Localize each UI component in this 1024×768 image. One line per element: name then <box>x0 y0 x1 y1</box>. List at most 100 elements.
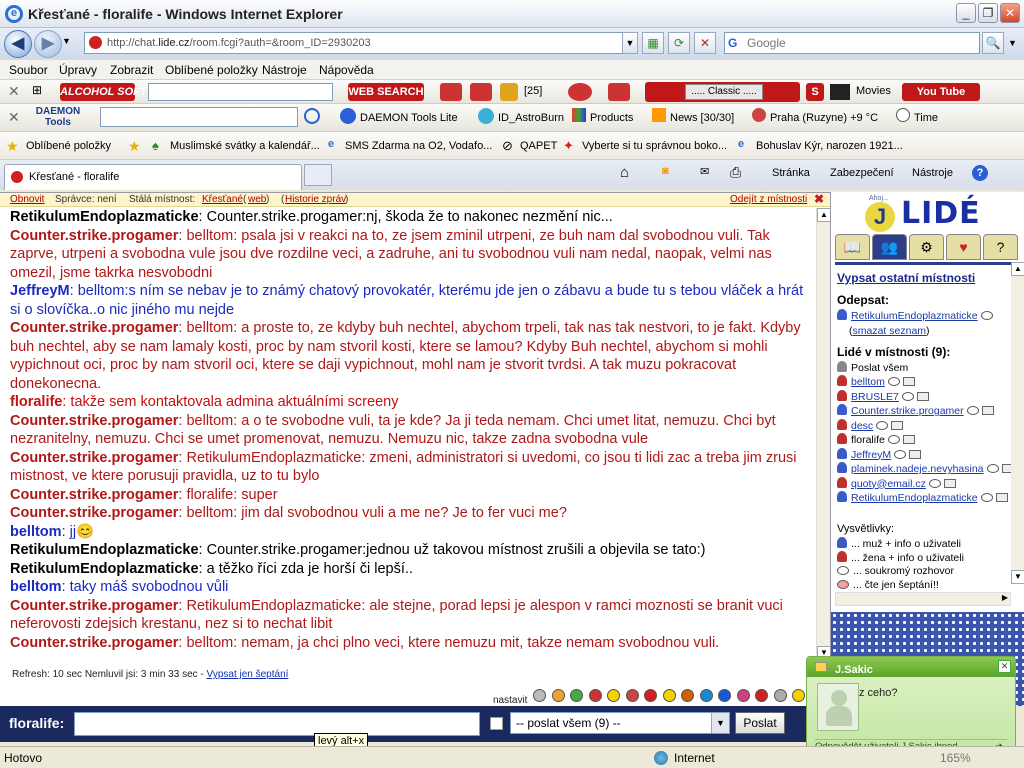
toolbar-search-input[interactable] <box>148 83 333 101</box>
whisper-checkbox[interactable] <box>490 717 503 730</box>
chat-bubble-icon[interactable] <box>901 391 914 401</box>
zoom-level[interactable]: 165% <box>940 751 971 765</box>
leave-room-icon[interactable]: ✖ <box>814 193 824 206</box>
favorites-button[interactable]: Oblíbené položky <box>26 140 111 152</box>
person-name[interactable]: plaminek.nadeje.nevyhasina <box>851 463 984 475</box>
forward-button[interactable]: ▶ <box>34 30 62 58</box>
web-search-button[interactable]: WEB SEARCH <box>348 83 424 101</box>
back-button[interactable]: ◀ <box>4 30 32 58</box>
message-author[interactable]: Counter.strike.progamer <box>10 598 178 614</box>
female-icon[interactable] <box>837 375 847 386</box>
print-icon[interactable]: ⎙ <box>730 164 741 181</box>
side-scrollbar[interactable]: ▲ ▼ <box>1011 262 1024 584</box>
menu-oblibene[interactable]: Oblíbené položky <box>165 63 258 77</box>
close-toolbar2-icon[interactable]: ✕ <box>8 109 20 126</box>
emoticon-icon[interactable] <box>533 689 546 702</box>
address-dropdown-icon[interactable]: ▼ <box>622 32 638 54</box>
send-all-item[interactable]: Poslat všem <box>837 361 908 374</box>
settings-tab-icon[interactable]: ⚙ <box>909 234 944 260</box>
stop-icon[interactable]: ✕ <box>694 32 716 54</box>
webcam-icon[interactable] <box>995 493 1008 502</box>
clear-list-link[interactable]: smazat seznam <box>853 325 927 337</box>
male-icon[interactable] <box>837 447 847 459</box>
rooms-tab-icon[interactable]: 📖 <box>835 234 870 260</box>
female-icon[interactable] <box>837 476 847 488</box>
news-menu[interactable]: News [30/30] <box>670 112 734 124</box>
popup-close-icon[interactable]: ✕ <box>998 660 1011 673</box>
chat-bubble-icon[interactable] <box>876 420 889 430</box>
person-name[interactable]: BRUSLE7 <box>851 391 899 403</box>
emoticon-icon[interactable] <box>699 689 713 702</box>
female-icon[interactable] <box>837 418 847 430</box>
message-author[interactable]: Counter.strike.progamer <box>10 320 178 336</box>
favorite-item-3[interactable]: QAPET <box>520 140 557 152</box>
message-author[interactable]: Counter.strike.progamer <box>10 635 178 651</box>
station-select[interactable]: ..... Classic ..... <box>685 84 763 100</box>
message-author[interactable]: RetikulumEndoplazmaticke <box>10 209 199 225</box>
active-tab[interactable]: Křesťané - floralife <box>4 164 302 190</box>
message-author[interactable]: RetikulumEndoplazmaticke <box>10 542 199 558</box>
products-menu[interactable]: Products <box>590 112 633 124</box>
page-menu[interactable]: Stránka <box>772 167 810 179</box>
male-icon[interactable] <box>837 491 847 502</box>
love-tab-icon[interactable]: ♥ <box>946 234 981 260</box>
side-scroll-down-icon[interactable]: ▼ <box>1011 570 1024 584</box>
menu-napoveda[interactable]: Nápověda <box>319 63 374 77</box>
person-name[interactable]: floralife <box>851 434 885 446</box>
toolbar-printer-icon[interactable] <box>608 83 630 101</box>
toolbar-tool-icon[interactable] <box>440 83 462 101</box>
emoticon-icon[interactable] <box>681 689 694 702</box>
message-input[interactable] <box>74 712 480 736</box>
person-name[interactable]: JeffreyM <box>851 449 891 461</box>
message-author[interactable]: Counter.strike.progamer <box>10 487 178 503</box>
emoticon-icon[interactable] <box>588 689 602 702</box>
room-web-link[interactable]: web <box>248 193 266 206</box>
list-rooms-link[interactable]: Vypsat ostatní místnosti <box>837 271 975 285</box>
hscroll-right-icon[interactable]: ▶ <box>1002 593 1008 602</box>
person-item[interactable]: JeffreyM <box>837 447 922 461</box>
alcohol-soft-logo[interactable]: ALCOHOL SOFT <box>60 83 147 101</box>
message-author[interactable]: Counter.strike.progamer <box>10 413 178 429</box>
menu-upravy[interactable]: Úpravy <box>59 63 97 77</box>
person-item[interactable]: quoty@email.cz <box>837 476 956 490</box>
webcam-icon[interactable] <box>902 435 915 444</box>
help-icon[interactable]: ? <box>972 165 988 181</box>
daemon-search-input[interactable] <box>100 107 298 127</box>
scroll-up-icon[interactable]: ▲ <box>817 208 831 222</box>
emoticon-icon[interactable] <box>792 689 805 702</box>
message-author[interactable]: Counter.strike.progamer <box>10 228 178 244</box>
close-toolbar-icon[interactable]: ✕ <box>8 83 20 100</box>
webcam-icon[interactable] <box>902 377 915 386</box>
person-item[interactable]: floralife <box>837 433 915 446</box>
search-dropdown-icon[interactable]: ▼ <box>1008 38 1017 48</box>
favorite-item-1[interactable]: Muslimské svátky a kalendář... <box>170 140 320 152</box>
refresh-icon[interactable]: ⟳ <box>668 32 690 54</box>
toolbar-menu-icon[interactable]: ⊞ <box>32 83 42 97</box>
favorite-item-2[interactable]: SMS Zdarma na O2, Vodafo... <box>345 140 492 152</box>
person-name[interactable]: desc <box>851 420 873 432</box>
send-button[interactable]: Poslat <box>735 712 785 734</box>
select-arrow-icon[interactable]: ▼ <box>711 713 729 733</box>
female-icon[interactable] <box>837 433 847 444</box>
person-name[interactable]: RetikulumEndoplazmaticke <box>851 492 978 504</box>
help-tab-icon[interactable]: ? <box>983 234 1018 260</box>
emoticon-settings-link[interactable]: nastavit <box>493 695 527 706</box>
person-item[interactable]: desc <box>837 418 904 432</box>
time-menu[interactable]: Time <box>914 112 938 124</box>
tools-menu[interactable]: Nástroje <box>912 167 953 179</box>
reply-user-link[interactable]: RetikulumEndoplazmaticke <box>851 310 978 322</box>
chat-bubble-icon[interactable] <box>887 435 900 444</box>
menu-nastroje[interactable]: Nástroje <box>262 63 307 77</box>
male-icon[interactable] <box>837 462 847 473</box>
address-bar[interactable]: http://chat.lide.cz/room.fcgi?auth=&room… <box>84 32 638 54</box>
menu-soubor[interactable]: Soubor <box>9 63 48 77</box>
maximize-button[interactable]: ❐ <box>978 3 998 23</box>
clear-list[interactable]: (smazat seznam) <box>849 325 930 337</box>
weather-menu[interactable]: Praha (Ruzyne) +9 °C <box>770 112 878 124</box>
chat-bubble-icon[interactable] <box>980 311 993 320</box>
people-tab-icon[interactable]: 👥 <box>872 234 907 260</box>
daemon-search-icon[interactable] <box>304 108 320 124</box>
daemon-lite-link[interactable]: DAEMON Tools Lite <box>360 112 458 124</box>
person-item[interactable]: Counter.strike.progamer <box>837 404 994 417</box>
history-dropdown-icon[interactable]: ▼ <box>62 36 71 46</box>
